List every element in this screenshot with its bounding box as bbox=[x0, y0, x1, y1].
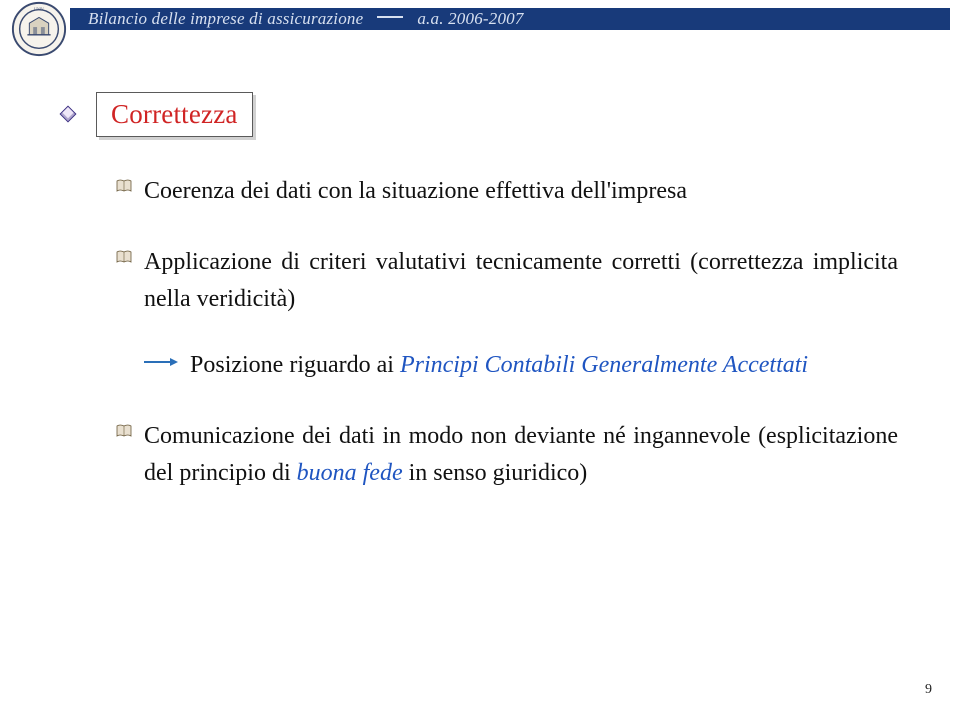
title-row: Correttezza bbox=[62, 92, 898, 137]
sub-list-item: Posizione riguardo ai Principi Contabili… bbox=[144, 347, 898, 384]
book-bullet-icon bbox=[116, 424, 132, 438]
list-item: Comunicazione dei dati in modo non devia… bbox=[116, 418, 898, 492]
list-item-text: Applicazione di criteri valutativi tecni… bbox=[144, 249, 898, 312]
list-item-suffix: in senso giuridico) bbox=[403, 460, 588, 486]
university-crest-icon: UNIV bbox=[10, 0, 68, 58]
title-box: Correttezza bbox=[96, 92, 253, 137]
book-bullet-icon bbox=[116, 179, 132, 193]
academic-year: a.a. 2006-2007 bbox=[417, 9, 523, 29]
slide-header: Bilancio delle imprese di assicurazione … bbox=[0, 0, 960, 46]
list-item-text: Coerenza dei dati con la situazione effe… bbox=[144, 178, 687, 204]
sub-item-emph: Principi Contabili Generalmente Accettat… bbox=[400, 352, 808, 378]
svg-text:UNIV: UNIV bbox=[34, 8, 44, 12]
page-number: 9 bbox=[925, 682, 932, 698]
header-separator bbox=[377, 16, 403, 18]
book-bullet-icon bbox=[116, 250, 132, 264]
slide-content: Correttezza Coerenza dei dati con la sit… bbox=[62, 92, 898, 526]
arrow-bullet-icon bbox=[144, 357, 178, 367]
bullet-list: Coerenza dei dati con la situazione effe… bbox=[116, 173, 898, 492]
list-item: Applicazione di criteri valutativi tecni… bbox=[116, 244, 898, 384]
list-item-emph: buona fede bbox=[297, 460, 403, 486]
diamond-bullet-icon bbox=[62, 108, 78, 124]
list-item: Coerenza dei dati con la situazione effe… bbox=[116, 173, 898, 210]
course-title: Bilancio delle imprese di assicurazione bbox=[88, 9, 363, 29]
sub-item-prefix: Posizione riguardo ai bbox=[190, 352, 400, 378]
header-strip: Bilancio delle imprese di assicurazione … bbox=[70, 8, 950, 30]
slide-title: Correttezza bbox=[111, 99, 238, 129]
